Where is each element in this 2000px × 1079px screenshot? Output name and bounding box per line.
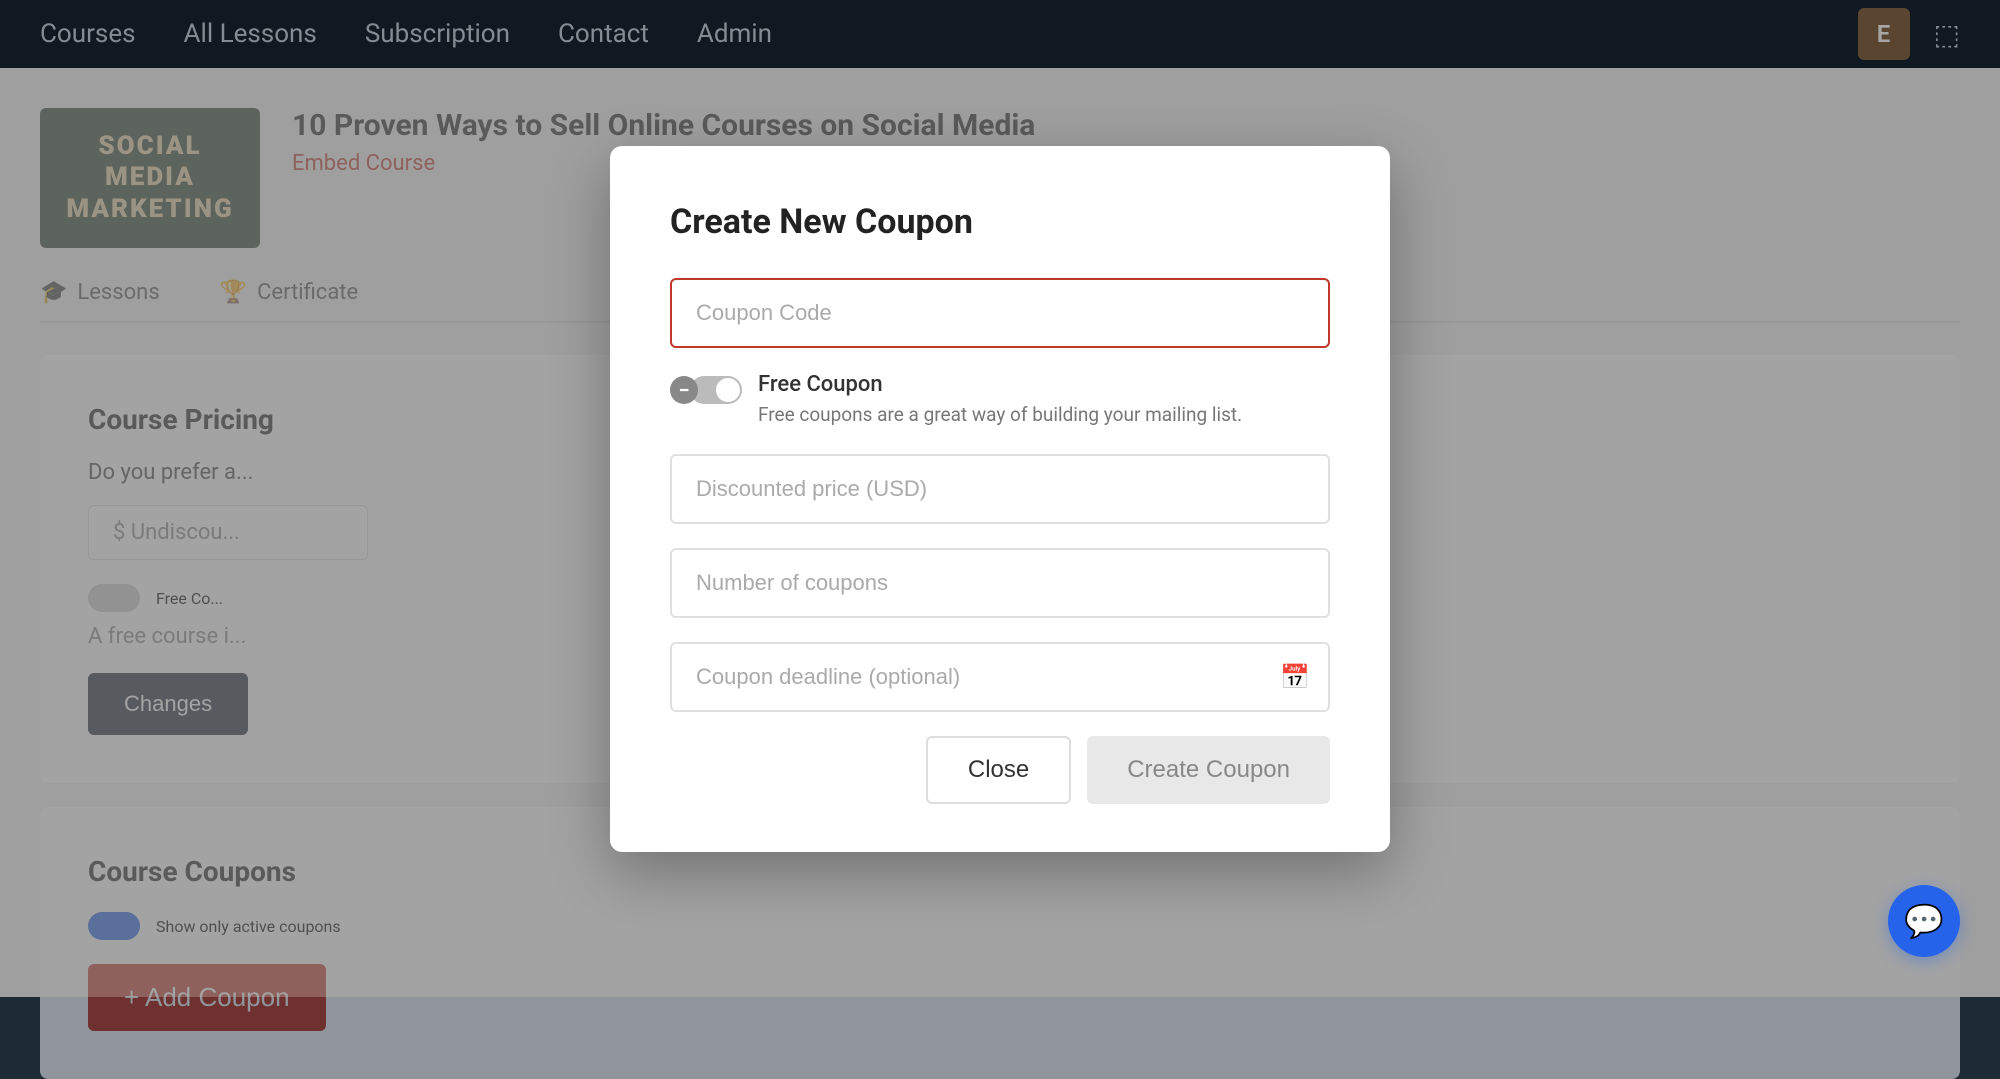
deadline-wrapper: 📅 [670,642,1330,712]
calendar-icon: 📅 [1280,663,1310,691]
modal-footer: Close Create Coupon [670,736,1330,804]
create-coupon-modal: Create New Coupon − Free Coupon Free cou… [610,146,1390,852]
coupon-code-input[interactable] [670,278,1330,348]
free-coupon-text: Free Coupon Free coupons are a great way… [758,372,1242,426]
discounted-price-wrapper [670,454,1330,524]
modal-title: Create New Coupon [670,202,1330,242]
toggle-group: − [670,376,742,404]
coupon-deadline-input[interactable] [670,642,1330,712]
toggle-knob [716,378,740,402]
chat-button[interactable]: 💬 [1888,885,1960,957]
minus-icon: − [670,376,698,404]
num-coupons-input[interactable] [670,548,1330,618]
num-coupons-wrapper [670,548,1330,618]
chat-icon: 💬 [1904,902,1944,940]
free-coupon-modal-desc: Free coupons are a great way of building… [758,403,1242,426]
discounted-price-input[interactable] [670,454,1330,524]
create-coupon-button[interactable]: Create Coupon [1087,736,1330,804]
free-coupon-toggle-section: − Free Coupon Free coupons are a great w… [670,372,1330,426]
close-button[interactable]: Close [926,736,1071,804]
free-coupon-modal-label: Free Coupon [758,372,1242,397]
